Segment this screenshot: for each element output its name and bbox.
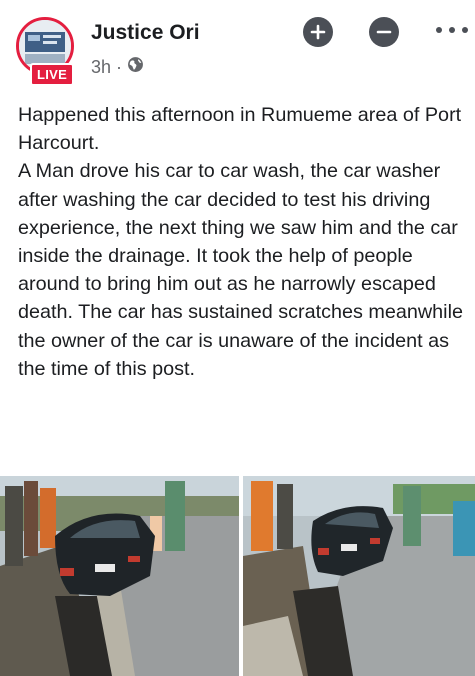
post-header: LIVE Justice Ori 3h ·: [0, 0, 475, 95]
post-time[interactable]: 3h: [91, 57, 111, 78]
minus-circle-icon[interactable]: [369, 17, 399, 47]
avatar[interactable]: LIVE: [16, 17, 78, 86]
meta-separator: ·: [116, 56, 123, 77]
car-in-drainage-photo-1[interactable]: [0, 476, 239, 676]
live-badge: LIVE: [30, 63, 75, 86]
post-body-text: Happened this afternoon in Rumueme area …: [18, 104, 463, 380]
post-meta: 3h ·: [91, 56, 144, 78]
author-name[interactable]: Justice Ori: [91, 21, 200, 45]
plus-circle-icon[interactable]: [303, 17, 333, 47]
globe-icon: [127, 56, 144, 78]
more-horizontal-icon[interactable]: [436, 20, 468, 40]
car-in-drainage-photo-2[interactable]: [243, 476, 475, 676]
